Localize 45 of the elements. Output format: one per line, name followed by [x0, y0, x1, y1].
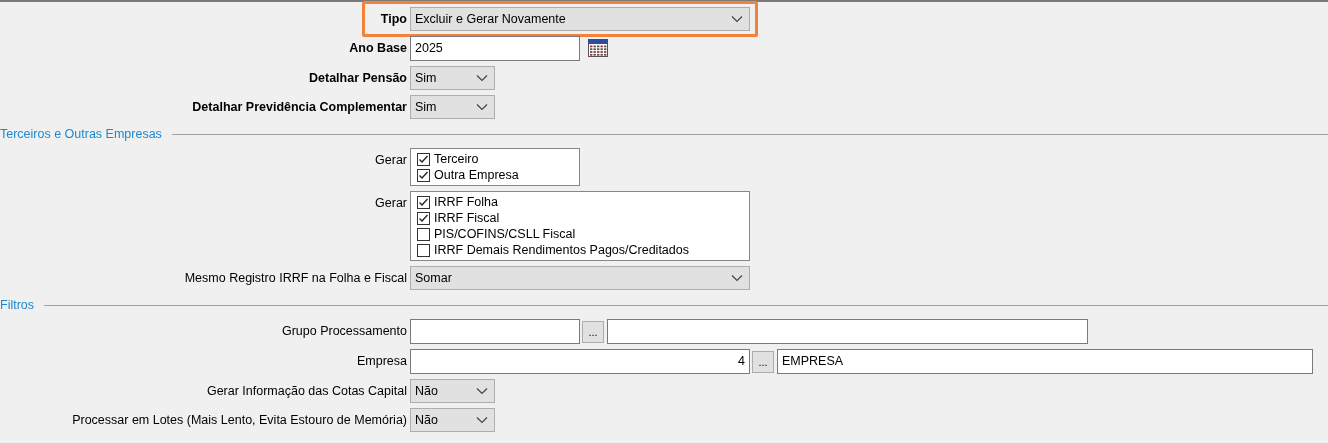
field-label: Gerar [375, 153, 407, 167]
field-label: Gerar [375, 196, 407, 210]
section-title: Terceiros e Outras Empresas [0, 126, 162, 142]
checkbox-label[interactable]: PIS/COFINS/CSLL Fiscal [434, 226, 576, 242]
checkbox[interactable] [417, 168, 430, 182]
code-input[interactable]: 4 [410, 349, 750, 374]
year-input[interactable]: 2025 [410, 36, 580, 61]
field-label: Mesmo Registro IRRF na Folha e Fiscal [184, 271, 407, 285]
field-label: Detalhar Pensão [309, 71, 407, 85]
description-input[interactable] [607, 319, 1088, 344]
checkbox-label[interactable]: IRRF Fiscal [434, 210, 500, 226]
description-input[interactable]: EMPRESA [777, 349, 1313, 374]
checkbox-label[interactable]: Terceiro [434, 151, 479, 167]
checkbox-label[interactable]: IRRF Demais Rendimentos Pagos/Creditados [434, 242, 689, 258]
field-label: Tipo [380, 12, 407, 26]
dropdown[interactable]: Excluir e Gerar Novamente [410, 7, 750, 31]
checkbox[interactable] [417, 195, 430, 209]
checkbox-label[interactable]: Outra Empresa [434, 167, 519, 183]
checkbox-label[interactable]: IRRF Folha [434, 194, 498, 210]
checkbox[interactable] [417, 227, 430, 241]
code-input[interactable] [410, 319, 580, 344]
chevron-down-icon [476, 387, 488, 395]
calendar-icon[interactable] [588, 39, 608, 57]
ellipsis-button[interactable]: ... [582, 321, 604, 343]
field-label: Ano Base [349, 41, 407, 55]
dropdown[interactable]: Não [410, 379, 495, 403]
dropdown[interactable]: Sim [410, 95, 495, 119]
dropdown[interactable]: Não [410, 408, 495, 432]
chevron-down-icon [476, 416, 488, 424]
section-title: Filtros [0, 297, 35, 313]
field-label: Grupo Processamento [281, 324, 407, 338]
chevron-down-icon [731, 274, 743, 282]
chevron-down-icon [476, 103, 488, 111]
chevron-down-icon [731, 15, 743, 23]
field-label: Gerar Informação das Cotas Capital [206, 384, 407, 398]
checkbox[interactable] [417, 152, 430, 166]
checkbox[interactable] [417, 243, 430, 257]
dropdown[interactable]: Sim [410, 66, 495, 90]
field-label: Empresa [356, 354, 407, 368]
field-label: Detalhar Previdência Complementar [192, 100, 407, 114]
chevron-down-icon [476, 74, 488, 82]
ellipsis-button[interactable]: ... [752, 351, 774, 373]
dropdown[interactable]: Somar [410, 266, 750, 290]
checkbox[interactable] [417, 211, 430, 225]
field-label: Processar em Lotes (Mais Lento, Evita Estouro de Memória) [72, 413, 407, 427]
